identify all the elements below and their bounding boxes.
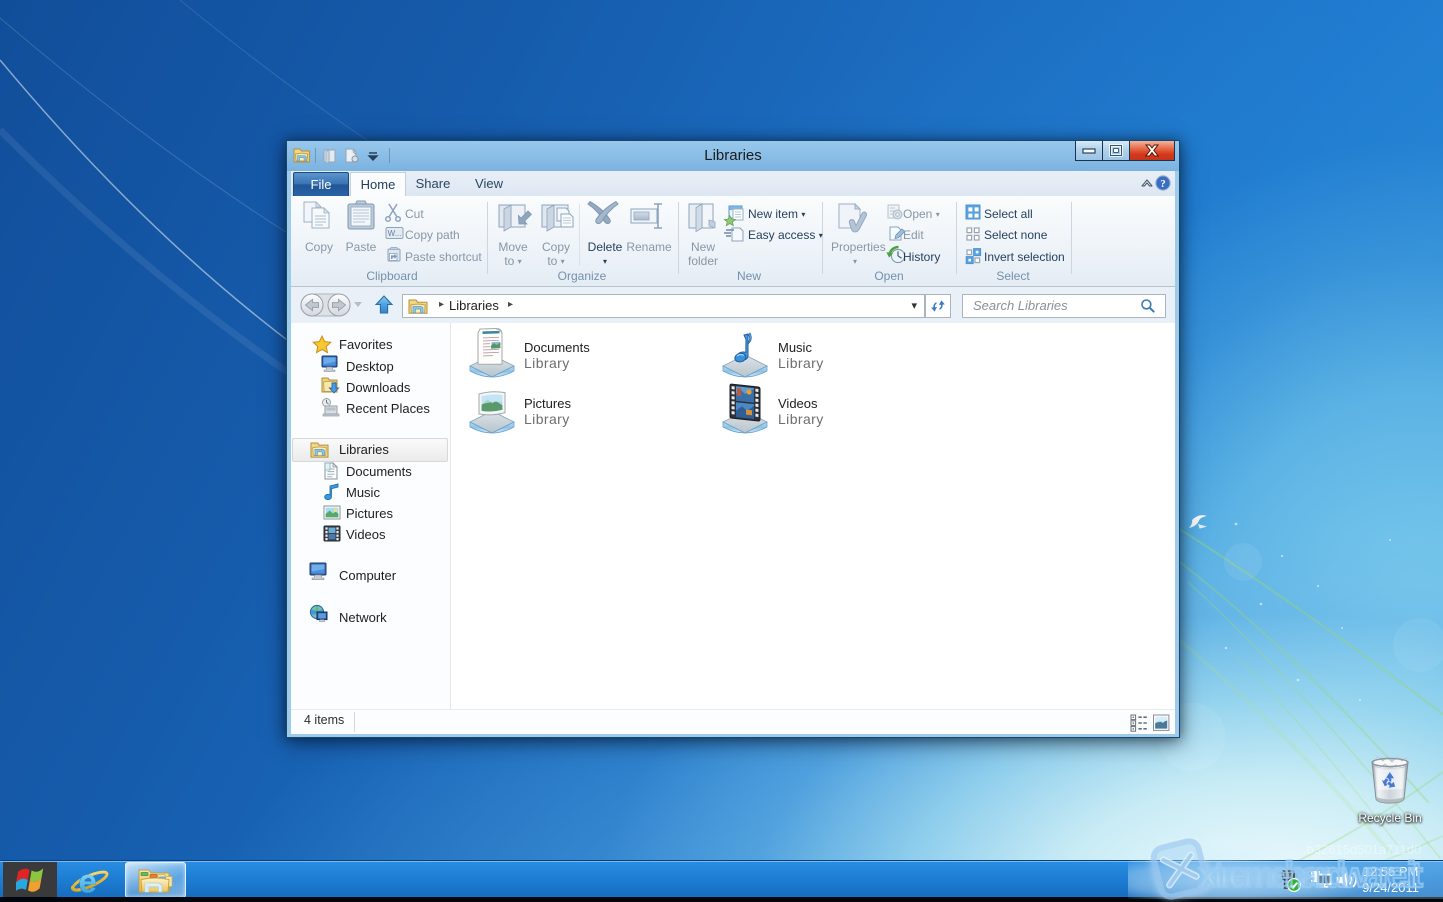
svg-text:?: ? — [1160, 178, 1166, 190]
svg-text:W...: W... — [388, 229, 402, 238]
svg-text:xtremehardware.it: xtremehardware.it — [1198, 854, 1423, 895]
svg-text:e: e — [79, 863, 97, 900]
